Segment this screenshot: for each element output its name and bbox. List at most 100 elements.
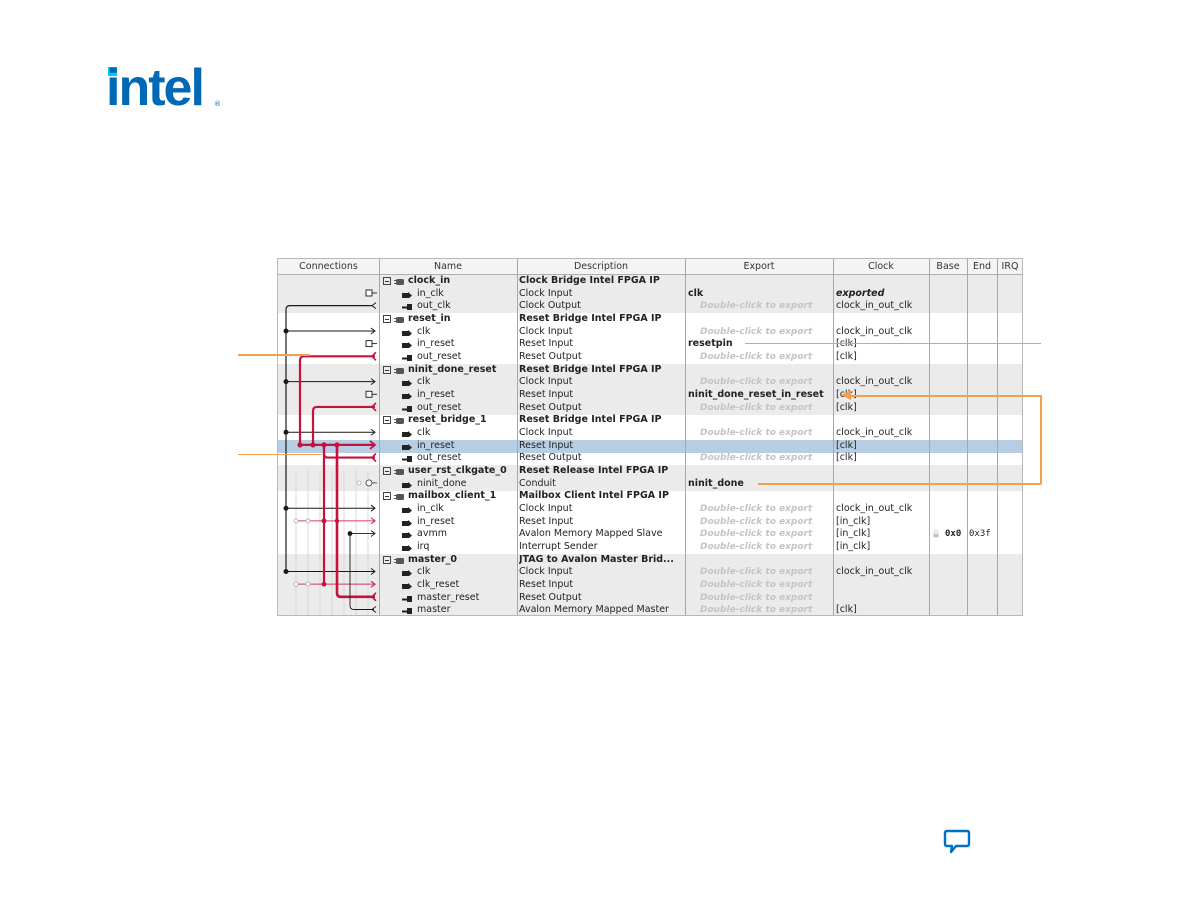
export-field[interactable]: Double-click to export <box>700 516 840 529</box>
column-header-description[interactable]: Description <box>517 259 685 274</box>
callout-line-ninit-done-v <box>1040 395 1042 484</box>
clock-field: clock_in_out_clk <box>836 300 913 312</box>
export-stub-icon <box>365 390 373 398</box>
registered-mark: ® <box>214 100 221 108</box>
export-field[interactable]: Double-click to export <box>700 376 840 389</box>
callout-line-resetpin <box>745 343 1041 344</box>
export-field[interactable]: Double-click to export <box>700 592 840 605</box>
port-output-icon <box>402 354 413 361</box>
port-name: out_reset <box>417 350 462 362</box>
minus-box-icon[interactable] <box>383 492 391 501</box>
column-divider[interactable] <box>517 259 518 615</box>
port-description: Reset Output <box>519 401 582 413</box>
port-name: in_reset <box>417 338 455 350</box>
callout-arrow-icon <box>841 390 851 400</box>
port-input-icon <box>402 544 413 551</box>
export-field[interactable]: Double-click to export <box>700 326 840 339</box>
column-header-end[interactable]: End <box>967 259 997 274</box>
port-name: master_reset <box>417 591 480 603</box>
port-description: Clock Input <box>519 325 573 337</box>
connection-dot <box>293 518 299 524</box>
export-field[interactable]: Double-click to export <box>700 440 840 453</box>
minus-box-icon[interactable] <box>383 365 391 374</box>
column-divider[interactable] <box>997 259 998 615</box>
port-name: clk_reset <box>417 578 460 590</box>
component-name: mailbox_client_1 <box>408 490 497 502</box>
export-stub-icon <box>365 289 373 297</box>
column-divider[interactable] <box>929 259 930 615</box>
column-divider[interactable] <box>379 259 380 615</box>
component-chip-icon <box>394 468 404 475</box>
logo-text: intel <box>106 59 205 117</box>
port-description: Clock Input <box>519 502 573 514</box>
clock-field: [clk] <box>836 439 857 451</box>
column-divider[interactable] <box>967 259 968 615</box>
component-name: ninit_done_reset <box>408 363 497 375</box>
export-field[interactable]: Double-click to export <box>700 604 840 615</box>
minus-box-icon[interactable] <box>383 466 391 475</box>
reset-net-line <box>298 355 375 445</box>
connection-dot <box>334 442 340 448</box>
column-header-connections[interactable]: Connections <box>278 259 379 274</box>
callout-line-ninit-done-h <box>758 483 1041 485</box>
chat-bubble-icon[interactable] <box>943 829 971 855</box>
export-field[interactable]: Double-click to export <box>700 528 840 541</box>
callout-line-out-reset <box>238 354 310 356</box>
port-name: master <box>417 604 451 616</box>
port-output-icon <box>402 455 413 463</box>
column-header-clock[interactable]: Clock <box>833 259 929 274</box>
port-name: in_clk <box>417 287 444 299</box>
export-field[interactable]: resetpin <box>688 338 828 351</box>
port-name: in_reset <box>417 515 455 527</box>
port-input-icon <box>402 582 413 589</box>
connection-dot <box>305 581 311 587</box>
port-description: Clock Input <box>519 287 573 299</box>
export-field[interactable]: Double-click to export <box>700 402 840 415</box>
column-header-export[interactable]: Export <box>685 259 833 274</box>
port-input-icon <box>402 569 413 577</box>
port-description: Clock Input <box>519 376 573 388</box>
clock-field: [clk] <box>836 350 857 362</box>
column-divider[interactable] <box>685 259 686 615</box>
export-stub-icon <box>365 340 373 348</box>
column-header-base[interactable]: Base <box>929 259 967 274</box>
export-field[interactable]: Double-click to export <box>700 427 840 440</box>
export-field[interactable]: Double-click to export <box>700 541 840 554</box>
lock-icon[interactable]: 🔒 <box>931 528 941 541</box>
reset-net-line <box>311 405 375 445</box>
conduit-dot <box>356 480 362 486</box>
component-chip-icon <box>394 278 404 285</box>
clock-field: clock_in_out_clk <box>836 566 913 578</box>
connection-dot <box>283 505 289 511</box>
port-input-icon <box>402 430 413 437</box>
export-field[interactable]: Double-click to export <box>700 503 840 516</box>
table-header: Connections Name Description Export Clock Bas… <box>278 259 1022 275</box>
export-field[interactable]: clk <box>688 288 828 301</box>
export-field[interactable]: Double-click to export <box>700 452 840 465</box>
export-field[interactable]: Double-click to export <box>700 351 840 364</box>
system-contents-table: Connections Name Description Export Clock Bas… <box>277 258 1023 616</box>
export-field[interactable]: Double-click to export <box>700 300 840 313</box>
clock-field: clock_in_out_clk <box>836 376 913 388</box>
minus-box-icon[interactable] <box>383 555 391 564</box>
port-input-icon <box>402 379 413 387</box>
component-description: Reset Bridge Intel FPGA IP <box>519 363 662 375</box>
column-header-irq[interactable]: IRQ <box>997 259 1022 274</box>
connection-dot <box>310 442 316 448</box>
export-field[interactable]: ninit_done_reset_in_reset <box>688 389 828 402</box>
minus-box-icon[interactable] <box>383 314 391 323</box>
callout-line-ninit-done-top <box>848 395 1041 397</box>
column-header-name[interactable]: Name <box>379 259 517 274</box>
minus-box-icon[interactable] <box>383 277 391 285</box>
port-output-icon <box>402 405 413 412</box>
port-description: Reset Input <box>519 578 574 590</box>
connections-panel[interactable] <box>278 274 379 616</box>
minus-box-icon[interactable] <box>383 416 391 425</box>
export-field[interactable]: Double-click to export <box>700 579 840 592</box>
connection-dot <box>283 379 289 385</box>
port-name: out_clk <box>417 300 451 312</box>
component-description: Clock Bridge Intel FPGA IP <box>519 275 660 286</box>
export-field[interactable]: Double-click to export <box>700 566 840 579</box>
port-input-icon <box>402 481 413 488</box>
port-description: Reset Output <box>519 452 582 464</box>
